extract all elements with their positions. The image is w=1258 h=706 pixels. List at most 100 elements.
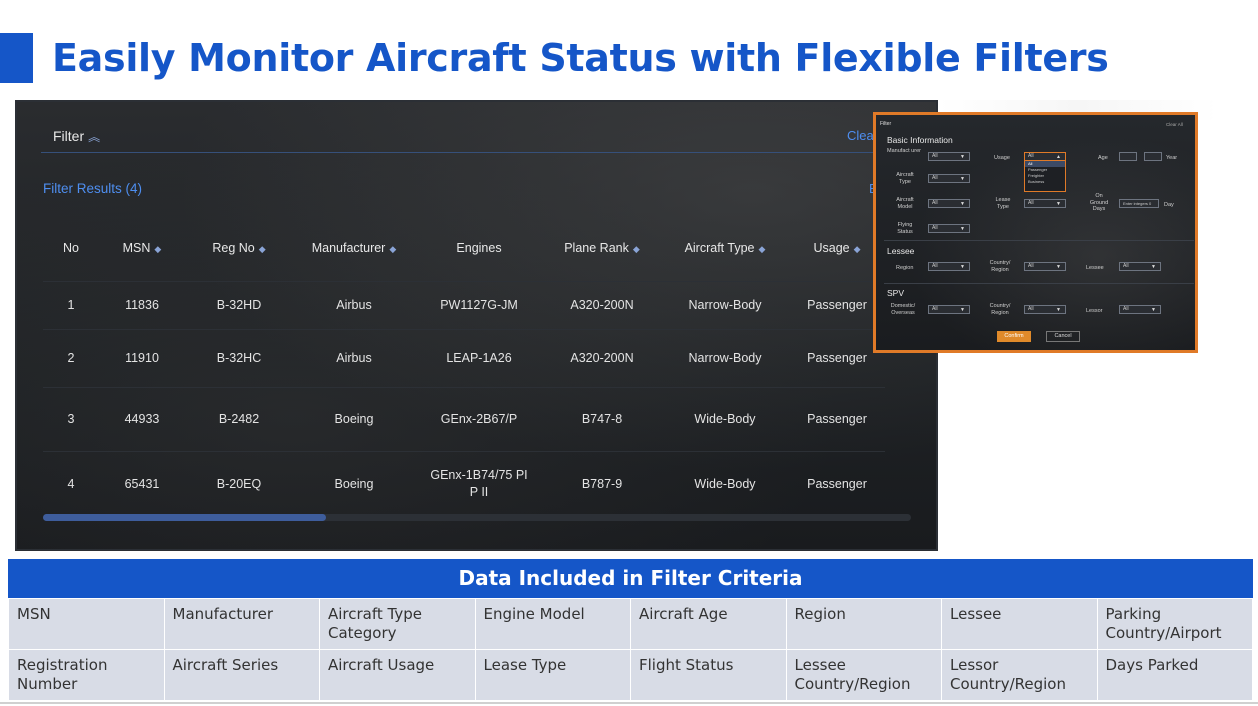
sort-icon[interactable]: ◆: [759, 244, 766, 254]
section-basic-info[interactable]: Basic Information: [887, 135, 953, 145]
criteria-row: Registration Number Aircraft Series Airc…: [8, 649, 1253, 701]
criteria-cell: MSN: [8, 598, 165, 650]
aircraft-list-screen: Filter︽ Clea Filter Results (4) E No MSN…: [15, 100, 938, 551]
domestic-overseas-select[interactable]: All ▼: [928, 305, 970, 314]
sort-icon[interactable]: ◆: [633, 244, 640, 254]
label-aircraft-model: Aircraft Model: [896, 197, 914, 210]
panel-background: [876, 115, 1195, 350]
panel-title: Filter: [880, 121, 892, 127]
cell-usage: Passenger: [789, 280, 885, 329]
caret-down-icon: ▼: [960, 201, 965, 207]
age-min-input[interactable]: [1119, 152, 1137, 161]
cell-aircraft-type: Narrow-Body: [661, 328, 789, 387]
confirm-button[interactable]: Confirm: [997, 331, 1031, 342]
col-header-reg-no[interactable]: Reg No ◆: [185, 215, 293, 281]
caret-down-icon: ▼: [960, 264, 965, 270]
filter-toggle[interactable]: Filter ︽: [53, 128, 100, 145]
flying-status-select[interactable]: All ▼: [928, 224, 970, 233]
cell-manufacturer: Airbus: [293, 280, 415, 329]
caret-down-icon: ▼: [1151, 264, 1156, 270]
lessor-select[interactable]: All ▼: [1119, 305, 1161, 314]
label-domestic-overseas: Domestic/ Overseas: [890, 303, 916, 316]
col-header-plane-rank[interactable]: Plane Rank ◆: [543, 215, 661, 281]
sort-icon[interactable]: ◆: [259, 244, 266, 254]
cell-engines: GEnx-1B74/75 PI P II: [415, 450, 543, 517]
criteria-cell: Days Parked: [1096, 649, 1253, 701]
cell-manufacturer: Boeing: [293, 450, 415, 517]
spv-country-region-select[interactable]: All ▼: [1024, 305, 1066, 314]
caret-down-icon: ▼: [1151, 307, 1156, 313]
label-lease-type: Lease Type: [995, 197, 1011, 210]
caret-down-icon: ▼: [960, 226, 965, 232]
criteria-cell: Lease Type: [474, 649, 631, 701]
cancel-button[interactable]: Cancel: [1046, 331, 1080, 342]
cell-plane-rank: B747-8: [543, 386, 661, 451]
label-lessor: Lessor: [1086, 308, 1103, 314]
chevron-up-icon: ︽: [88, 130, 101, 144]
cell-usage: Passenger: [789, 386, 885, 451]
sort-icon[interactable]: ◆: [154, 244, 161, 254]
cell-manufacturer: Boeing: [293, 386, 415, 451]
lessee-select[interactable]: All ▼: [1119, 262, 1161, 271]
criteria-row: MSN Manufacturer Aircraft Type Category …: [8, 598, 1253, 650]
criteria-cell: Engine Model: [474, 598, 631, 650]
cell-manufacturer: Airbus: [293, 328, 415, 387]
col-header-aircraft-type[interactable]: Aircraft Type ◆: [661, 215, 789, 281]
cell-aircraft-type: Wide-Body: [661, 386, 789, 451]
cell-reg-no: B-32HC: [185, 328, 293, 387]
criteria-cell: Lessee: [941, 598, 1098, 650]
aircraft-model-select[interactable]: All ▼: [928, 199, 970, 208]
col-header-engines: Engines: [456, 240, 502, 255]
cell-reg-no: B-2482: [185, 386, 293, 451]
country-region-select[interactable]: All ▼: [1024, 262, 1066, 271]
filter-panel: Filter Clear All Basic Information Manuf…: [873, 112, 1198, 353]
bottom-divider: [0, 702, 1258, 704]
cell-aircraft-type: Narrow-Body: [661, 280, 789, 329]
clear-all-link[interactable]: Clear All: [1166, 122, 1183, 127]
cell-reg-no: B-20EQ: [185, 450, 293, 517]
caret-down-icon: ▼: [960, 176, 965, 182]
criteria-cell: Parking Country/Airport: [1096, 598, 1253, 650]
filter-label: Filter: [53, 128, 85, 144]
section-divider: [884, 283, 1194, 284]
col-header-manufacturer[interactable]: Manufacturer ◆: [293, 215, 415, 281]
criteria-cell: Aircraft Usage: [319, 649, 476, 701]
cell-no: 1: [43, 280, 99, 329]
cell-usage: Passenger: [789, 450, 885, 517]
caret-down-icon: ▼: [1056, 201, 1061, 207]
cell-no: 4: [43, 450, 99, 517]
section-spv[interactable]: SPV: [887, 288, 904, 298]
title-accent-bar: [0, 33, 33, 83]
label-manufacturer: Manufact urer: [887, 148, 921, 154]
age-max-input[interactable]: [1144, 152, 1162, 161]
cell-msn: 11836: [99, 280, 185, 329]
table-row[interactable]: 1 11836 B-32HD Airbus PW1127G-JM A320-20…: [43, 280, 885, 329]
cell-reg-no: B-32HD: [185, 280, 293, 329]
caret-down-icon: ▼: [960, 154, 965, 160]
on-ground-days-input[interactable]: Enter integers 0: [1119, 199, 1159, 208]
table-row[interactable]: 4 65431 B-20EQ Boeing GEnx-1B74/75 PI P …: [43, 450, 885, 517]
col-header-usage[interactable]: Usage ◆: [789, 215, 885, 281]
clear-link[interactable]: Clea: [847, 128, 874, 143]
region-select[interactable]: All ▼: [928, 262, 970, 271]
table-row[interactable]: 2 11910 B-32HC Airbus LEAP-1A26 A320-200…: [43, 328, 885, 387]
sort-icon[interactable]: ◆: [854, 244, 861, 254]
label-lessee: Lessee: [1086, 265, 1104, 271]
manufacturer-select[interactable]: All ▼: [928, 152, 970, 161]
aircraft-type-select[interactable]: All ▼: [928, 174, 970, 183]
sort-icon[interactable]: ◆: [389, 244, 396, 254]
cell-plane-rank: A320-200N: [543, 280, 661, 329]
col-header-msn[interactable]: MSN ◆: [99, 215, 185, 281]
scrollbar-thumb[interactable]: [43, 514, 326, 521]
dropdown-option[interactable]: Business: [1025, 179, 1065, 185]
caret-down-icon: ▼: [1056, 264, 1061, 270]
caret-down-icon: ▼: [1056, 307, 1061, 313]
table-row[interactable]: 3 44933 B-2482 Boeing GEnx-2B67/P B747-8…: [43, 386, 885, 451]
criteria-cell: Flight Status: [630, 649, 787, 701]
section-lessee[interactable]: Lessee: [887, 246, 914, 256]
lease-type-select[interactable]: All ▼: [1024, 199, 1066, 208]
criteria-cell: Lessor Country/Region: [941, 649, 1098, 701]
caret-down-icon: ▼: [960, 307, 965, 313]
table-header-row: No MSN ◆ Reg No ◆ Manufacturer ◆ Engines Pl…: [43, 215, 885, 281]
aircraft-table: No MSN ◆ Reg No ◆ Manufacturer ◆ Engines Pl…: [43, 215, 885, 517]
